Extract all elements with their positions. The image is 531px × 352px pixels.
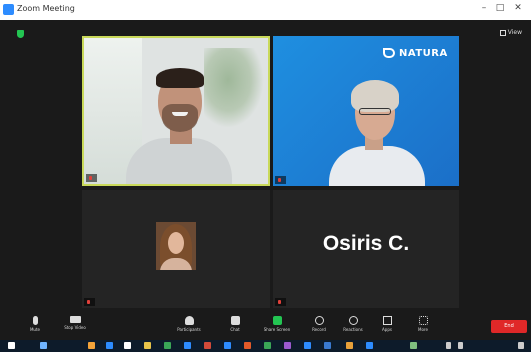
participant-name-label	[275, 298, 286, 306]
app-icon[interactable]	[164, 342, 171, 349]
stop-video-button[interactable]: Stop Video	[52, 316, 98, 330]
security-shield-icon[interactable]	[17, 30, 24, 38]
muted-mic-icon	[278, 177, 281, 182]
meeting-controls: Mute Stop Video Participants Chat Share …	[0, 315, 531, 340]
minimize-icon[interactable]: –	[478, 3, 490, 13]
window-title: Zoom Meeting	[17, 4, 75, 13]
close-icon[interactable]: ✕	[512, 3, 524, 13]
participant-name-label	[86, 174, 97, 182]
view-button[interactable]: View	[499, 29, 522, 36]
maximize-icon[interactable]: □	[494, 3, 506, 13]
wifi-icon[interactable]	[446, 342, 451, 349]
os-taskbar	[0, 340, 531, 352]
more-button[interactable]: More	[400, 316, 446, 332]
video-tile-3[interactable]	[82, 190, 270, 308]
app-icon[interactable]	[324, 342, 331, 349]
grid-icon	[499, 29, 506, 36]
app-icon[interactable]	[264, 342, 271, 349]
chat-button[interactable]: Chat	[212, 316, 258, 332]
app-icon[interactable]	[224, 342, 231, 349]
reactions-icon	[348, 316, 358, 325]
video-tile-1[interactable]	[82, 36, 270, 186]
record-icon	[314, 316, 324, 325]
microphone-icon	[32, 316, 38, 325]
view-label: View	[507, 29, 522, 36]
start-icon[interactable]	[8, 342, 15, 349]
app-icon[interactable]	[284, 342, 291, 349]
background-plant	[204, 48, 264, 128]
app-icon[interactable]	[304, 342, 311, 349]
profile-picture	[156, 222, 196, 270]
tray-icon[interactable]	[410, 342, 417, 349]
muted-mic-icon	[278, 299, 281, 304]
zoom-logo-icon	[3, 4, 14, 15]
app-icon[interactable]	[88, 342, 95, 349]
muted-mic-icon	[87, 299, 90, 304]
volume-icon[interactable]	[458, 342, 463, 349]
zoom-taskbar-icon[interactable]	[366, 342, 373, 349]
natura-logo-icon	[383, 48, 395, 58]
participant-name-label	[275, 176, 286, 184]
muted-mic-icon	[89, 175, 92, 180]
search-icon[interactable]	[40, 342, 47, 349]
app-icon[interactable]	[244, 342, 251, 349]
chat-icon	[230, 316, 240, 325]
participants-button[interactable]: Participants	[166, 316, 212, 332]
video-tile-4[interactable]: Osiris C.	[273, 190, 459, 308]
participant-display-name: Osiris C.	[322, 232, 410, 255]
app-icon[interactable]	[346, 342, 353, 349]
title-bar: Zoom Meeting – □ ✕	[0, 0, 531, 20]
notifications-icon[interactable]	[518, 342, 524, 349]
folder-icon[interactable]	[144, 342, 151, 349]
apps-icon	[382, 316, 392, 325]
participants-icon	[184, 316, 194, 325]
camera-icon	[69, 316, 81, 323]
logo-text: NATURA	[399, 48, 448, 59]
app-icon[interactable]	[106, 342, 113, 349]
share-screen-button[interactable]: Share Screen	[254, 316, 300, 332]
app-icon[interactable]	[124, 342, 131, 349]
end-meeting-button[interactable]: End	[491, 320, 527, 333]
participant-name-label	[84, 298, 95, 306]
share-screen-icon	[272, 316, 282, 325]
more-icon	[418, 316, 428, 325]
app-icon[interactable]	[184, 342, 191, 349]
video-tile-2[interactable]: NATURA	[273, 36, 459, 186]
glasses	[359, 108, 391, 115]
app-icon[interactable]	[204, 342, 211, 349]
